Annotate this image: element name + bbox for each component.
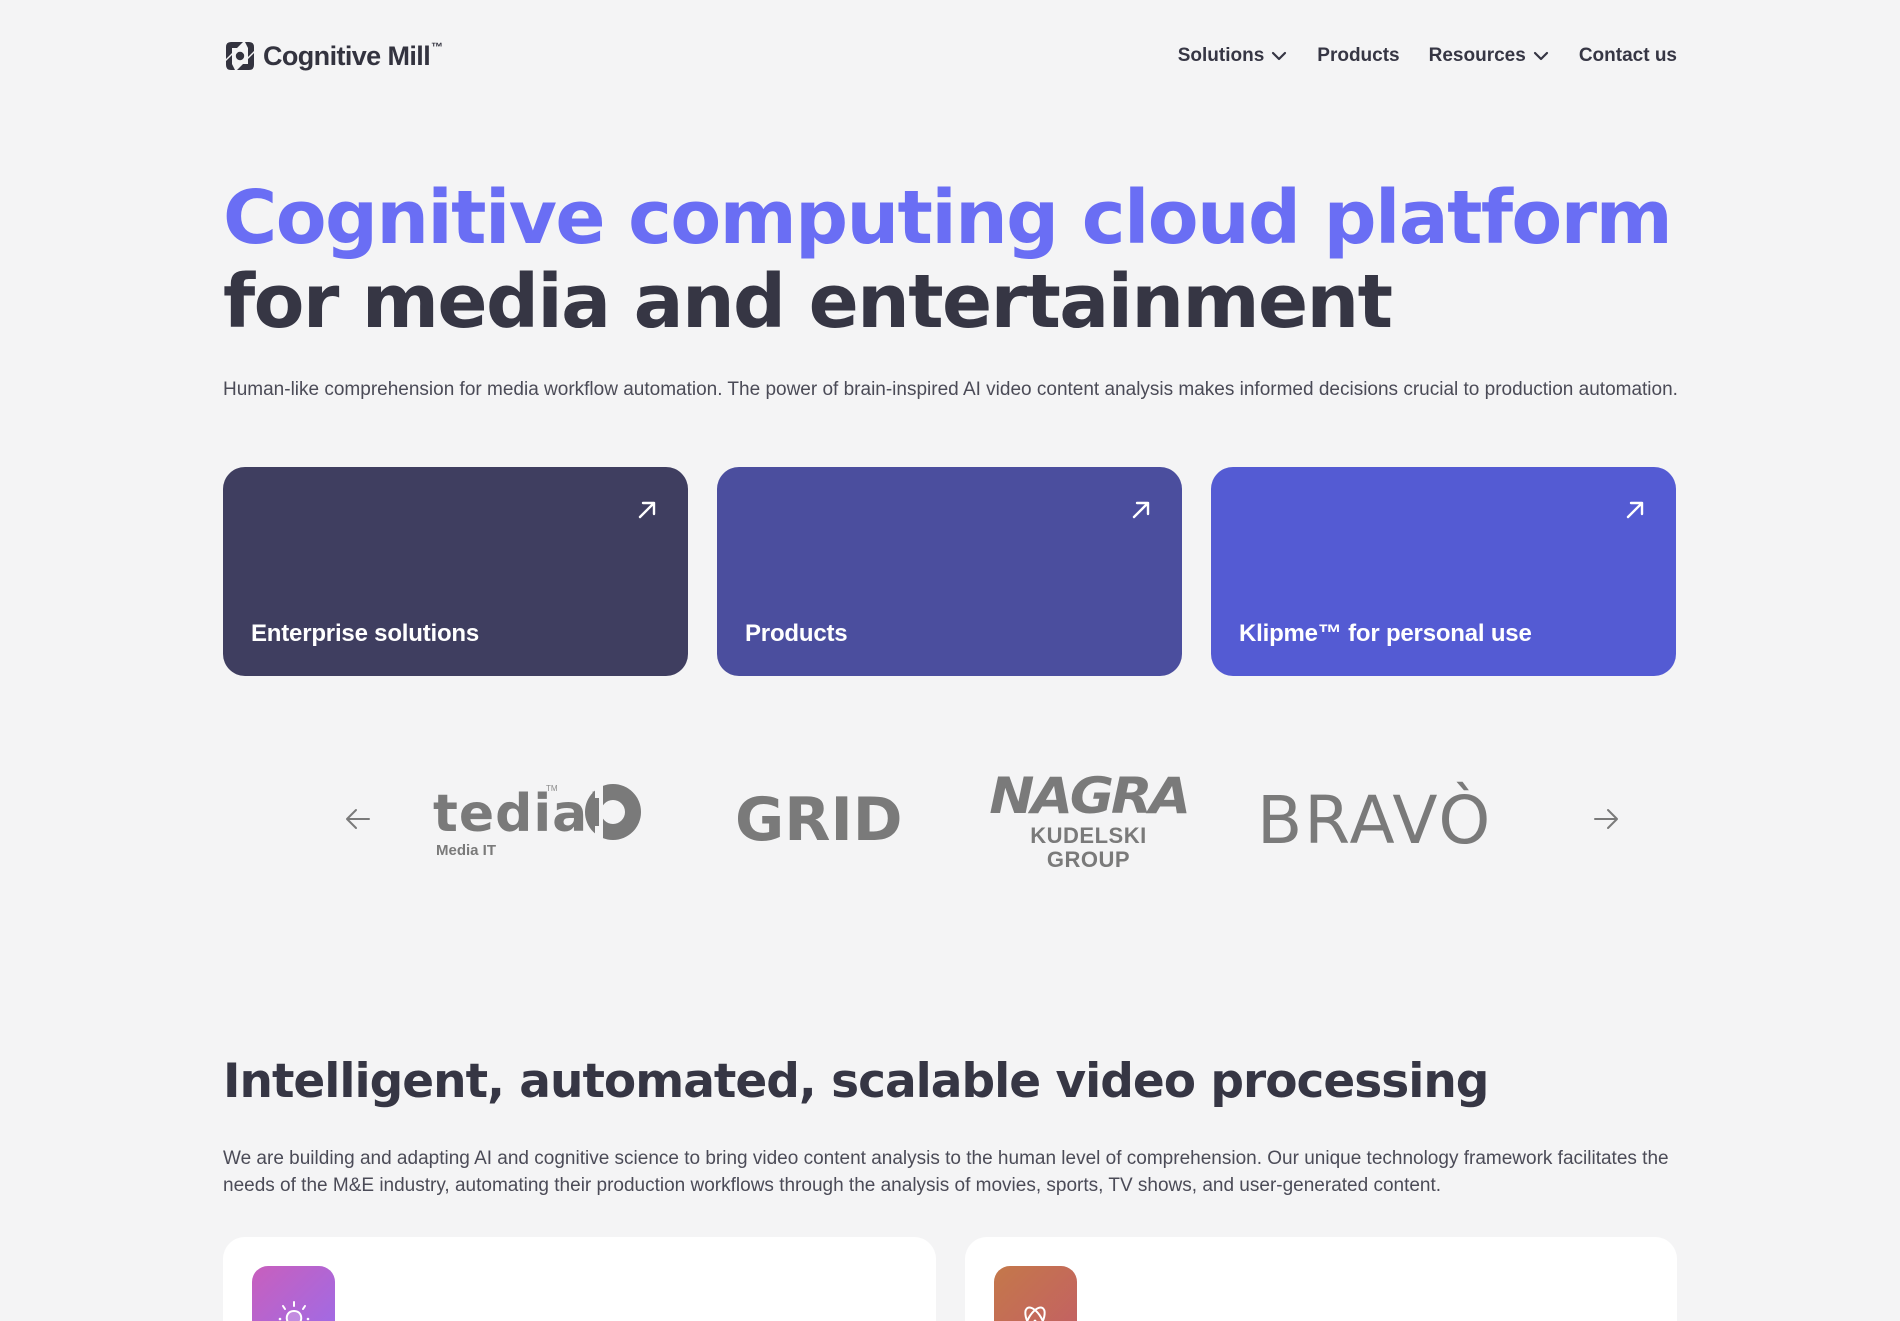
partner-logo-nagra: NAGRA KUDELSKI GROUP	[986, 770, 1191, 872]
nagra-wordmark: NAGRA	[989, 767, 1191, 825]
nav-contact-us[interactable]: Contact us	[1579, 45, 1677, 67]
card-label: Enterprise solutions	[251, 620, 480, 647]
nav-contact-label: Contact us	[1578, 45, 1677, 66]
arrow-up-right-icon	[1132, 501, 1150, 519]
hero-title: Cognitive computing cloud platform for m…	[223, 176, 1677, 344]
partner-logo-grid: GRID	[735, 785, 903, 855]
tedial-wordmark: tedial	[433, 784, 608, 844]
tedial-mark-icon	[585, 782, 641, 842]
hero-cards: Enterprise solutions Products Klipme™ fo…	[223, 467, 1677, 676]
chevron-down-icon	[1272, 51, 1287, 61]
arrow-up-right-icon	[1626, 501, 1644, 519]
feature-cards	[223, 1237, 1677, 1321]
site-header: Cognitive Mill™ Solutions Products Resou…	[223, 36, 1677, 76]
hero-subtitle: Human-like comprehension for media workf…	[223, 379, 1678, 400]
hero-title-accent: Cognitive computing cloud platform	[223, 175, 1673, 261]
card-klipme[interactable]: Klipme™ for personal use	[1211, 467, 1676, 676]
nav-solutions[interactable]: Solutions	[1178, 45, 1289, 67]
arrow-up-right-icon	[638, 501, 656, 519]
arrow-right-icon[interactable]	[1591, 804, 1621, 834]
card-label: Products	[745, 620, 848, 647]
main-nav: Solutions Products Resources Contact us	[1178, 45, 1677, 67]
chevron-down-icon	[1533, 51, 1548, 61]
partner-carousel: tedial TM Media IT GRID NAGRA KUDELSKI G…	[223, 770, 1677, 872]
feature-card	[964, 1237, 1677, 1321]
tedial-tagline: Media IT	[436, 842, 497, 859]
lightbulb-icon	[278, 1300, 309, 1321]
partner-logo-bravo: BRAVÒ	[1257, 781, 1493, 859]
nav-resources[interactable]: Resources	[1429, 45, 1550, 67]
cognitive-mill-logo-icon	[226, 42, 254, 70]
logo-text: Cognitive Mill™	[263, 39, 443, 71]
feature-card	[223, 1237, 936, 1321]
feature-icon-badge	[252, 1266, 335, 1321]
nav-resources-label: Resources	[1428, 45, 1526, 66]
card-label: Klipme™ for personal use	[1239, 620, 1532, 647]
card-enterprise-solutions[interactable]: Enterprise solutions	[223, 467, 688, 676]
tedial-tm: TM	[546, 784, 558, 793]
hero-title-main: for media and entertainment	[223, 259, 1393, 345]
logo-link[interactable]: Cognitive Mill™	[223, 39, 443, 73]
section-subtitle: We are building and adapting AI and cogn…	[223, 1148, 1669, 1196]
atom-icon	[1024, 1306, 1046, 1321]
arrow-left-icon[interactable]	[343, 804, 373, 834]
card-products[interactable]: Products	[717, 467, 1182, 676]
feature-icon-badge	[993, 1266, 1077, 1321]
nav-products-label: Products	[1317, 45, 1400, 66]
nagra-group-text: KUDELSKI GROUP	[1030, 823, 1147, 872]
section-title: Intelligent, automated, scalable video p…	[223, 1054, 1489, 1109]
partner-logo-tedial: tedial TM Media IT	[433, 770, 643, 870]
nav-products[interactable]: Products	[1317, 45, 1399, 67]
nav-solutions-label: Solutions	[1177, 45, 1265, 66]
